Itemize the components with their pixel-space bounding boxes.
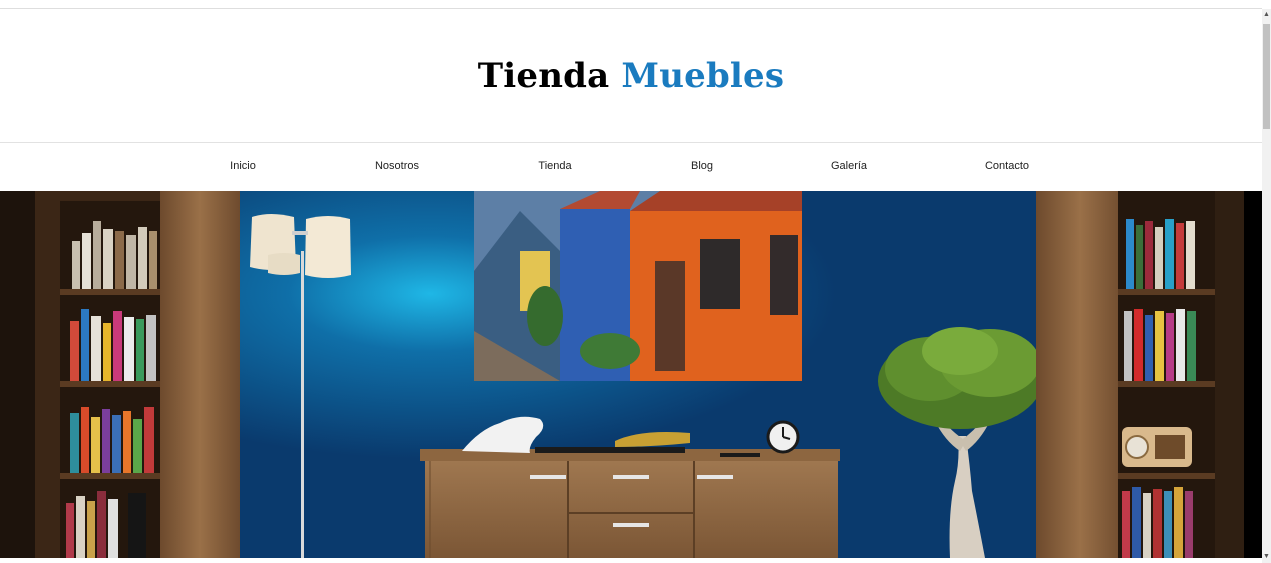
- nav-item-galeria[interactable]: Galería: [831, 160, 867, 172]
- scroll-down-icon[interactable]: ▼: [1263, 553, 1270, 561]
- scroll-up-icon[interactable]: ▲: [1263, 11, 1270, 19]
- nav-item-contacto[interactable]: Contacto: [985, 160, 1029, 172]
- page-bottom-strip: [0, 558, 1262, 563]
- site-title[interactable]: Tienda Muebles: [0, 56, 1262, 96]
- scroll-thumb[interactable]: [1263, 24, 1270, 129]
- nav-item-nosotros[interactable]: Nosotros: [375, 160, 419, 172]
- nav-item-tienda[interactable]: Tienda: [538, 160, 571, 172]
- site-title-main: Tienda: [477, 56, 610, 96]
- living-room-illustration: [0, 191, 1262, 558]
- site-title-accent: Muebles: [621, 56, 785, 96]
- left-bookshelf: [0, 191, 240, 558]
- nav-item-inicio[interactable]: Inicio: [230, 160, 256, 172]
- wall-painting: [474, 191, 802, 381]
- sideboard: [420, 449, 840, 558]
- site-header: Tienda Muebles: [0, 9, 1262, 142]
- main-nav: Inicio Nosotros Tienda Blog Galería Cont…: [0, 142, 1262, 192]
- right-bookshelf: [1036, 191, 1262, 558]
- vertical-scrollbar[interactable]: ▲ ▼: [1262, 9, 1271, 563]
- hero-image: [0, 191, 1262, 558]
- nav-item-blog[interactable]: Blog: [691, 160, 713, 172]
